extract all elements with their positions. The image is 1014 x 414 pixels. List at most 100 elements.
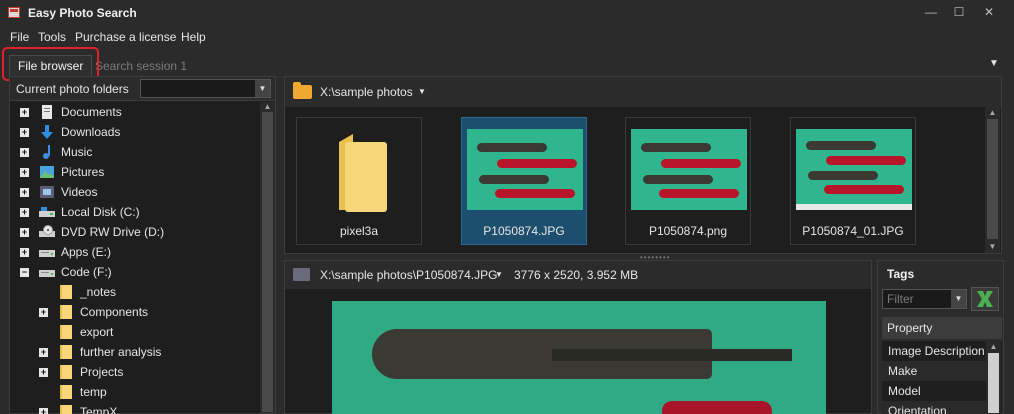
tree-item[interactable]: − Code (F:): [20, 262, 112, 282]
property-column-header[interactable]: Property: [882, 317, 1002, 339]
tree-item[interactable]: + Projects: [39, 362, 123, 382]
maximize-button[interactable]: ☐: [948, 4, 970, 20]
expand-icon[interactable]: +: [20, 127, 29, 137]
tree-item[interactable]: + Downloads: [20, 122, 120, 142]
tree-item-label: TempX: [80, 405, 118, 414]
tree-item[interactable]: export: [58, 322, 113, 342]
expand-icon[interactable]: +: [39, 367, 48, 377]
tags-title: Tags: [887, 267, 915, 281]
expand-icon[interactable]: +: [20, 167, 29, 177]
expand-icon[interactable]: +: [20, 187, 29, 197]
chevron-down-icon[interactable]: ▼: [255, 80, 270, 97]
menu-help[interactable]: Help: [181, 30, 206, 44]
expand-icon[interactable]: +: [39, 307, 48, 317]
tree-item[interactable]: + Pictures: [20, 162, 104, 182]
scrollbar-thumb[interactable]: [987, 119, 998, 239]
tree-item-label: Pictures: [61, 165, 105, 179]
folder-filter-combo[interactable]: ▼: [140, 79, 271, 98]
browser-path[interactable]: X:\sample photos: [320, 85, 413, 99]
property-row[interactable]: Model: [882, 381, 986, 401]
tab-search-session[interactable]: Search session 1: [95, 59, 187, 73]
tree-item-label: Apps (E:): [61, 245, 112, 259]
thumbnail-browser: X:\sample photos ▼ pixel3a P1050874.JPG …: [284, 76, 1002, 254]
expand-icon[interactable]: +: [20, 147, 29, 157]
tree-item[interactable]: + Videos: [20, 182, 97, 202]
chevron-down-icon[interactable]: ▼: [495, 270, 503, 279]
drive-icon: [39, 205, 55, 219]
expand-icon[interactable]: +: [20, 247, 29, 257]
thumbnail-label: P1050874.JPG: [483, 224, 565, 238]
tab-file-browser[interactable]: File browser: [9, 55, 93, 77]
scroll-up-arrow-icon[interactable]: ▲: [986, 341, 1001, 353]
property-list-scrollbar[interactable]: ▲: [986, 341, 1001, 414]
scroll-down-arrow-icon[interactable]: ▼: [985, 241, 1000, 253]
collapse-icon[interactable]: −: [20, 267, 29, 277]
thumbnail-label: P1050874_01.JPG: [802, 224, 904, 238]
thumbnail-label: pixel3a: [339, 224, 379, 238]
documents-icon: [39, 105, 55, 119]
scrollbar-thumb[interactable]: [988, 353, 999, 413]
tree-item[interactable]: + Apps (E:): [20, 242, 111, 262]
tags-filter-input[interactable]: [883, 290, 951, 308]
preview-header: X:\sample photos\P1050874.JPG ▼ 3776 x 2…: [285, 261, 871, 289]
expand-icon[interactable]: +: [20, 107, 29, 117]
tree-item-label: _notes: [80, 285, 117, 299]
tree-item[interactable]: _notes: [58, 282, 116, 302]
property-row[interactable]: Orientation: [882, 401, 986, 414]
tree-item-label: Downloads: [61, 125, 121, 139]
pictures-icon: [39, 165, 55, 179]
thumbnail-scrollbar[interactable]: ▲ ▼: [985, 107, 1000, 253]
tree-item-label: Components: [80, 305, 149, 319]
clear-filter-button[interactable]: [971, 287, 999, 311]
property-row[interactable]: Image Description: [882, 341, 986, 361]
photo-thumbnail: [631, 129, 747, 210]
property-row[interactable]: Make: [882, 361, 986, 381]
thumbnail-item-selected[interactable]: P1050874.JPG: [461, 117, 587, 245]
scroll-up-arrow-icon[interactable]: ▲: [985, 107, 1000, 119]
tree-item-label: Music: [61, 145, 93, 159]
folder-panel-header: Current photo folders ▼: [10, 77, 275, 101]
tree-item[interactable]: + TempX: [39, 402, 117, 414]
tree-item[interactable]: temp: [58, 382, 107, 402]
expand-icon[interactable]: +: [20, 227, 29, 237]
chevron-down-icon[interactable]: ▼: [951, 290, 966, 308]
tree-item-label: DVD RW Drive (D:): [61, 225, 165, 239]
folder-panel-title: Current photo folders: [16, 82, 129, 96]
tags-filter-combo[interactable]: ▼: [882, 289, 967, 309]
menu-tools[interactable]: Tools: [38, 30, 66, 44]
tree-item[interactable]: + Components: [39, 302, 148, 322]
scroll-up-arrow-icon[interactable]: ▲: [260, 102, 275, 112]
tree-item[interactable]: + Music: [20, 142, 92, 162]
thumbnail-item[interactable]: P1050874.png: [625, 117, 751, 245]
tree-item[interactable]: + Local Disk (C:): [20, 202, 140, 222]
tree-item[interactable]: + further analysis: [39, 342, 161, 362]
tab-list-dropdown-icon[interactable]: ▼: [989, 58, 999, 69]
preview-path[interactable]: X:\sample photos\P1050874.JPG: [320, 268, 497, 282]
image-dimensions-size: 3776 x 2520, 3.952 MB: [514, 268, 639, 282]
folder-icon: [58, 345, 74, 359]
tree-item-label: Documents: [61, 105, 122, 119]
menu-file[interactable]: File: [10, 30, 29, 44]
close-button[interactable]: ✕: [978, 4, 1000, 20]
expand-icon[interactable]: +: [20, 207, 29, 217]
scrollbar-thumb[interactable]: [262, 112, 273, 412]
menu-purchase-license[interactable]: Purchase a license: [75, 30, 176, 44]
expand-icon[interactable]: +: [39, 347, 48, 357]
tree-item[interactable]: + Documents: [20, 102, 122, 122]
image-icon: [293, 268, 310, 281]
tree-item-label: Projects: [80, 365, 124, 379]
folder-tree-scrollbar[interactable]: ▲: [260, 102, 275, 413]
drive-icon: [39, 245, 55, 259]
window-title: Easy Photo Search: [28, 6, 137, 20]
folder-icon: [58, 365, 74, 379]
folder-icon: [339, 134, 387, 212]
thumbnail-label: P1050874.png: [648, 224, 728, 238]
minimize-button[interactable]: —: [920, 4, 942, 20]
expand-icon[interactable]: +: [39, 407, 48, 414]
tree-item-label: export: [80, 325, 114, 339]
tree-item[interactable]: + DVD RW Drive (D:): [20, 222, 164, 242]
thumbnail-item[interactable]: P1050874_01.JPG: [790, 117, 916, 245]
thumbnail-item[interactable]: pixel3a: [296, 117, 422, 245]
tree-item-label: further analysis: [80, 345, 162, 359]
chevron-down-icon[interactable]: ▼: [418, 87, 426, 96]
